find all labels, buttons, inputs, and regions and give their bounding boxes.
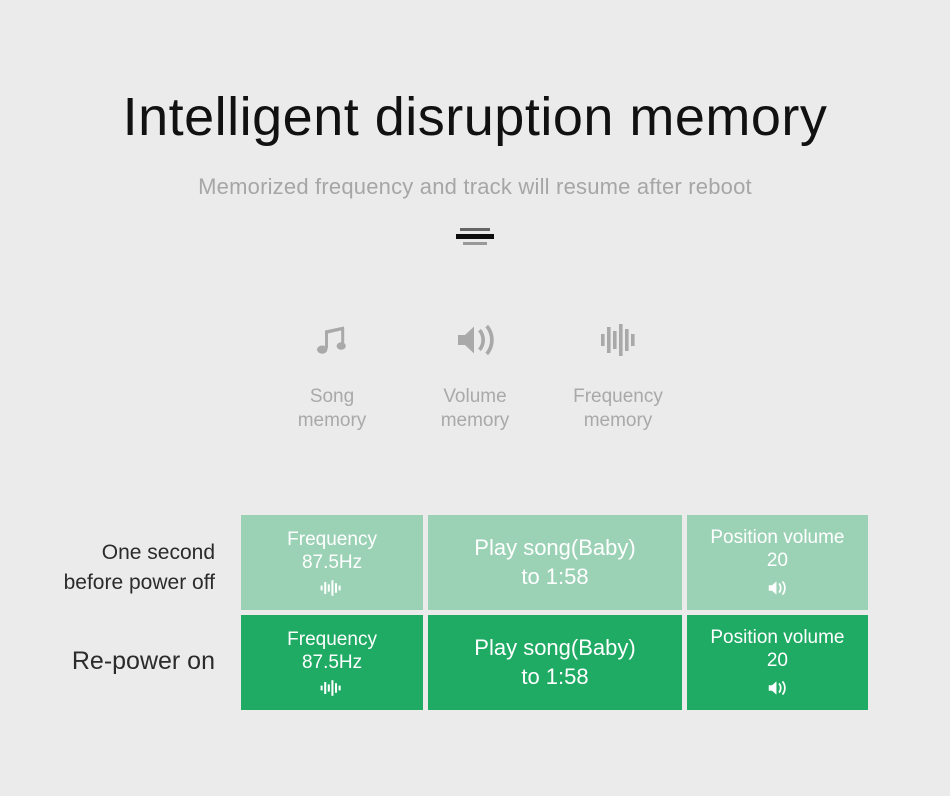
speaker-volume-icon bbox=[452, 312, 498, 368]
cell-frequency: Frequency 87.5Hz bbox=[241, 515, 424, 610]
cell-text: Frequency 87.5Hz bbox=[287, 528, 377, 573]
section-divider bbox=[0, 228, 950, 245]
feature-label: Volume memory bbox=[440, 386, 510, 432]
comparison-table: Frequency 87.5Hz Play song(Baby) to 1:58… bbox=[241, 515, 868, 710]
cell-text: Play song(Baby) to 1:58 bbox=[474, 534, 636, 589]
table-row: Frequency 87.5Hz Play song(Baby) to 1:58… bbox=[241, 515, 868, 610]
music-note-icon bbox=[309, 312, 355, 368]
speaker-volume-icon bbox=[764, 677, 790, 699]
row-caption-before-power-off: One second before power off bbox=[63, 541, 215, 594]
feature-frequency-memory: Frequency memory bbox=[547, 312, 690, 434]
cell-text: Position volume 20 bbox=[710, 526, 845, 571]
cell-volume: Position volume 20 bbox=[686, 515, 868, 610]
divider-bar-top bbox=[460, 228, 490, 231]
feature-label: Frequency memory bbox=[573, 386, 663, 432]
table-row: Frequency 87.5Hz Play song(Baby) to 1:58… bbox=[241, 615, 868, 710]
cell-text: Play song(Baby) to 1:58 bbox=[474, 634, 636, 689]
cell-frequency: Frequency 87.5Hz bbox=[241, 615, 424, 710]
cell-volume: Position volume 20 bbox=[686, 615, 868, 710]
feature-song-memory: Song memory bbox=[261, 312, 404, 434]
cell-text: Position volume 20 bbox=[710, 626, 845, 671]
divider-bar-middle bbox=[456, 234, 494, 239]
feature-volume-memory: Volume memory bbox=[404, 312, 547, 434]
cell-text: Frequency 87.5Hz bbox=[287, 628, 377, 673]
promo-page: Intelligent disruption memory Memorized … bbox=[0, 0, 950, 796]
waveform-frequency-icon bbox=[318, 579, 346, 597]
divider-bar-bottom bbox=[463, 242, 487, 245]
waveform-frequency-icon bbox=[318, 679, 346, 697]
row-caption-re-power-on: Re-power on bbox=[71, 647, 215, 675]
feature-list: Song memory Volume memory Frequency memo… bbox=[0, 312, 950, 434]
feature-label: Song memory bbox=[297, 386, 367, 432]
speaker-volume-icon bbox=[764, 577, 790, 599]
page-title: Intelligent disruption memory bbox=[122, 87, 828, 147]
cell-song: Play song(Baby) to 1:58 bbox=[428, 615, 682, 710]
waveform-frequency-icon bbox=[595, 312, 641, 368]
cell-song: Play song(Baby) to 1:58 bbox=[428, 515, 682, 610]
page-subtitle: Memorized frequency and track will resum… bbox=[198, 174, 752, 199]
